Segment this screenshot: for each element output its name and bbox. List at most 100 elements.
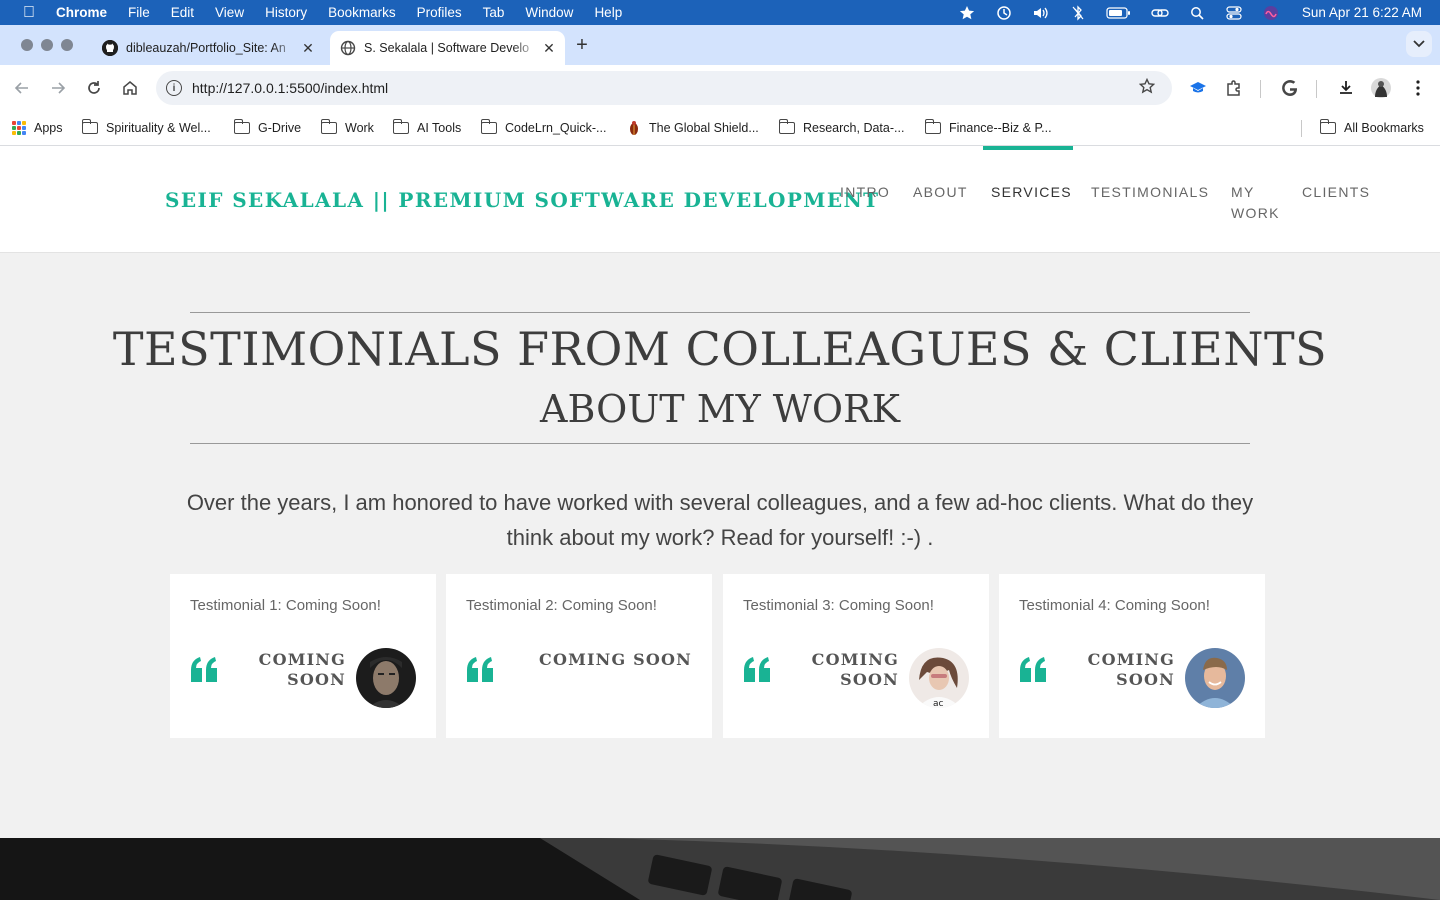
bookmark-label: Finance--Biz & P...: [949, 121, 1052, 135]
menu-edit[interactable]: Edit: [171, 5, 194, 20]
volume-icon[interactable]: [1032, 5, 1050, 21]
hero-image-section: [0, 838, 1440, 900]
nav-label: SERVICES: [991, 184, 1072, 200]
address-bar[interactable]: i http://127.0.0.1:5500/index.html: [156, 71, 1172, 105]
menu-app-chrome[interactable]: Chrome: [56, 5, 107, 20]
web-page: SEIF SEKALALA || PREMIUM SOFTWARE DEVELO…: [0, 146, 1440, 900]
section-top-divider: [190, 312, 1250, 313]
google-icon[interactable]: [1279, 77, 1301, 99]
menubar-clock[interactable]: Sun Apr 21 6:22 AM: [1302, 5, 1422, 20]
quote-icon: [743, 656, 771, 682]
siri-icon[interactable]: [1262, 5, 1280, 21]
bookmark-folder[interactable]: Research, Data-...: [778, 117, 905, 139]
nav-label: INTRO: [840, 184, 891, 200]
toolbar-divider: [1260, 80, 1261, 98]
testimonial-avatar: [1185, 648, 1245, 708]
bookmark-folder[interactable]: Finance--Biz & P...: [924, 117, 1052, 139]
tab-strip: dibleauzah/Portfolio_Site: An ✕ S. Sekal…: [0, 25, 1440, 65]
section-heading: TESTIMONIALS FROM COLLEAGUES & CLIENTS: [112, 322, 1328, 376]
window-minimize-button[interactable]: [41, 39, 53, 51]
link-icon[interactable]: [1151, 5, 1169, 21]
star-status-icon[interactable]: [958, 5, 976, 21]
nav-intro[interactable]: INTRO: [840, 182, 890, 203]
tab-close-icon[interactable]: ✕: [298, 40, 318, 57]
reload-button[interactable]: [83, 77, 105, 99]
control-center-icon[interactable]: [1225, 5, 1243, 21]
tab-title: S. Sekalala | Software Develo: [364, 41, 530, 55]
testimonial-title: Testimonial 3: Coming Soon!: [743, 597, 934, 614]
menu-bookmarks[interactable]: Bookmarks: [328, 5, 396, 20]
bookmark-folder[interactable]: Work: [320, 117, 374, 139]
tab-title: dibleauzah/Portfolio_Site: An: [126, 41, 286, 55]
download-icon[interactable]: [1335, 77, 1357, 99]
bookmark-folder[interactable]: Spirituality & Wel...: [81, 117, 211, 139]
testimonial-title: Testimonial 2: Coming Soon!: [466, 597, 657, 614]
site-info-icon[interactable]: i: [166, 80, 182, 96]
forward-button[interactable]: [47, 77, 69, 99]
spotlight-search-icon[interactable]: [1188, 5, 1206, 21]
new-tab-button[interactable]: +: [572, 31, 592, 59]
menu-file[interactable]: File: [128, 5, 150, 20]
bookmark-label: Research, Data-...: [803, 121, 905, 135]
nav-services[interactable]: SERVICES: [983, 146, 1073, 203]
bookmark-apps[interactable]: Apps: [12, 117, 63, 139]
coming-soon-label: COMING SOON: [259, 650, 346, 690]
profile-avatar[interactable]: [1370, 77, 1392, 99]
bookmark-folder[interactable]: AI Tools: [392, 117, 461, 139]
folder-icon: [1319, 119, 1336, 134]
nav-label: MY: [1231, 184, 1255, 200]
coming-soon-line: SOON: [1116, 670, 1175, 689]
site-brand[interactable]: SEIF SEKALALA || PREMIUM SOFTWARE DEVELO…: [165, 188, 879, 212]
battery-icon[interactable]: [1106, 5, 1132, 21]
folder-icon: [778, 119, 795, 134]
folder-icon: [320, 119, 337, 134]
apple-icon[interactable]: : [20, 4, 38, 22]
nav-label: TESTIMONIALS: [1091, 184, 1210, 200]
window-close-button[interactable]: [21, 39, 33, 51]
bookmark-folder[interactable]: CodeLrn_Quick-...: [480, 117, 607, 139]
time-machine-icon[interactable]: [995, 5, 1013, 21]
nav-my-work[interactable]: MY WORK: [1231, 182, 1280, 224]
menu-view[interactable]: View: [215, 5, 244, 20]
testimonial-avatar: ac: [909, 648, 969, 708]
coming-soon-label: COMING SOON: [539, 650, 692, 670]
macos-menubar:  Chrome File Edit View History Bookmark…: [0, 0, 1440, 25]
tab-github[interactable]: dibleauzah/Portfolio_Site: An ✕: [92, 31, 324, 65]
bookmark-folder[interactable]: G-Drive: [233, 117, 301, 139]
tab-portfolio[interactable]: S. Sekalala | Software Develo ✕: [330, 31, 565, 65]
back-button[interactable]: [11, 77, 33, 99]
bookmark-link[interactable]: The Global Shield...: [627, 117, 759, 139]
all-bookmarks[interactable]: All Bookmarks: [1319, 117, 1424, 139]
bookmark-label: Spirituality & Wel...: [106, 121, 211, 135]
browser-toolbar: i http://127.0.0.1:5500/index.html: [0, 65, 1440, 111]
coming-soon-line: COMING SOON: [539, 650, 692, 669]
coming-soon-line: COMING: [1087, 650, 1175, 669]
nav-clients[interactable]: CLIENTS: [1302, 182, 1370, 203]
bluetooth-off-icon[interactable]: [1069, 4, 1087, 21]
nav-label: ABOUT: [913, 184, 968, 200]
menu-history[interactable]: History: [265, 5, 307, 20]
bookmark-label: CodeLrn_Quick-...: [505, 121, 607, 135]
tab-search-button[interactable]: [1406, 31, 1432, 57]
quote-icon: [466, 656, 494, 682]
bookmark-label: The Global Shield...: [649, 121, 759, 135]
extensions-puzzle-icon[interactable]: [1223, 77, 1245, 99]
bookmark-star-icon[interactable]: [1136, 77, 1158, 99]
window-zoom-button[interactable]: [61, 39, 73, 51]
nav-about[interactable]: ABOUT: [913, 182, 968, 203]
testimonial-card: Testimonial 4: Coming Soon! COMING SOON: [999, 574, 1265, 738]
section-subheading: ABOUT MY WORK: [540, 387, 900, 431]
globe-icon: [340, 40, 356, 56]
menu-tab[interactable]: Tab: [483, 5, 505, 20]
url-text[interactable]: http://127.0.0.1:5500/index.html: [192, 80, 1136, 96]
nav-testimonials[interactable]: TESTIMONIALS: [1091, 182, 1209, 203]
shield-bug-icon: [627, 120, 641, 136]
home-button[interactable]: [119, 77, 141, 99]
folder-icon: [480, 119, 497, 134]
tab-close-icon[interactable]: ✕: [539, 40, 559, 57]
menu-window[interactable]: Window: [525, 5, 573, 20]
menu-help[interactable]: Help: [594, 5, 622, 20]
chrome-menu-icon[interactable]: [1407, 77, 1429, 99]
extension-graduation-icon[interactable]: [1187, 77, 1209, 99]
menu-profiles[interactable]: Profiles: [417, 5, 462, 20]
